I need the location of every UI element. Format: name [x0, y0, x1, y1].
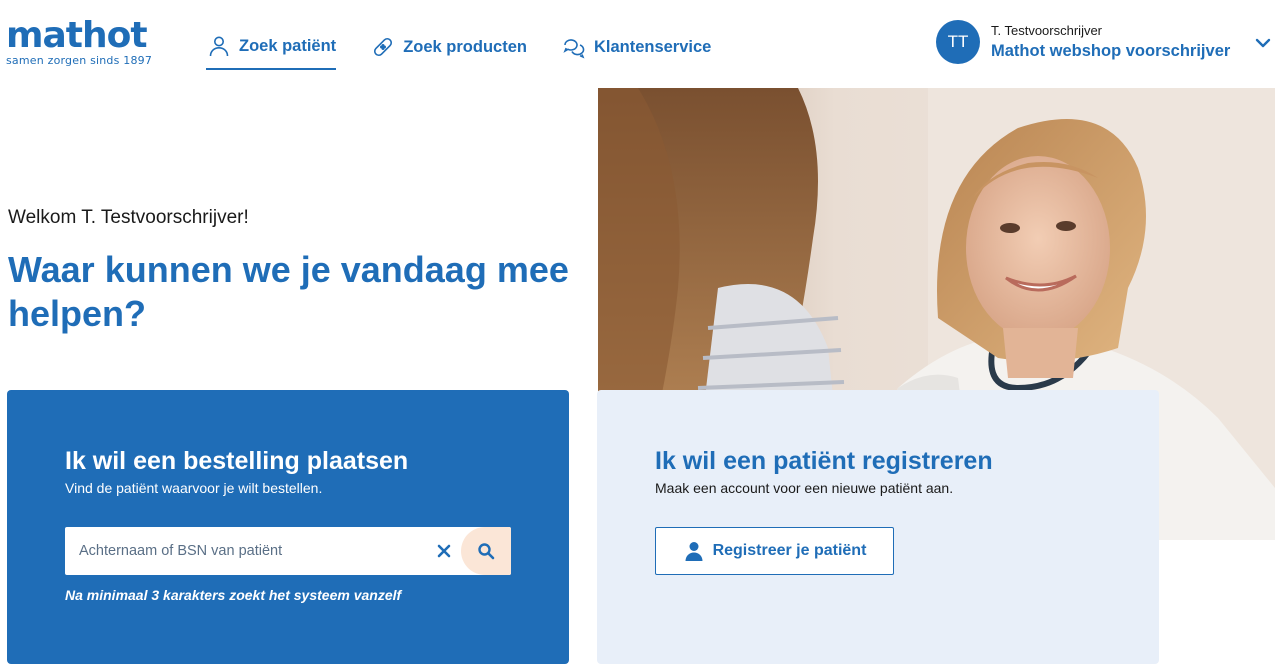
nav-item-label: Klantenservice	[593, 37, 712, 56]
nav-item-zoek-patient[interactable]: Zoek patiënt	[206, 24, 337, 70]
bandage-icon	[370, 34, 396, 60]
user-icon	[206, 33, 232, 59]
mathot-logo[interactable]: mathot samen zorgen sinds 1897	[6, 15, 153, 68]
register-patient-button[interactable]: Registreer je patiënt	[655, 527, 894, 575]
account-shop: Mathot webshop voorschrijver	[991, 42, 1231, 60]
nav-item-label: Zoek patiënt	[239, 36, 337, 55]
main-nav: Zoek patiënt Zoek producten Klantenservi…	[206, 24, 745, 70]
chat-bubbles-icon	[561, 34, 587, 60]
search-hint: Na minimaal 3 karakters zoekt het systee…	[65, 587, 402, 603]
user-icon	[683, 540, 705, 562]
account-name: T. Testvoorschrijver	[991, 23, 1103, 38]
logo-tagline: samen zorgen sinds 1897	[6, 54, 153, 67]
avatar: TT	[936, 20, 980, 64]
search-icon	[478, 543, 495, 560]
search-button[interactable]	[461, 527, 511, 575]
register-card: Ik wil een patiënt registreren Maak een …	[597, 390, 1159, 664]
chevron-down-icon[interactable]	[1254, 34, 1272, 52]
nav-item-klantenservice[interactable]: Klantenservice	[561, 24, 711, 70]
logo-wordmark: mathot	[6, 15, 148, 56]
order-card: Ik wil een bestelling plaatsen Vind de p…	[7, 390, 569, 664]
patient-search-input[interactable]	[65, 527, 427, 575]
register-button-label: Registreer je patiënt	[712, 542, 867, 559]
site-header: mathot samen zorgen sinds 1897 Zoek pati…	[0, 0, 1277, 88]
account-info: T. Testvoorschrijver Mathot webshop voor…	[991, 23, 1230, 61]
clear-search-button[interactable]	[427, 527, 461, 575]
nav-item-label: Zoek producten	[403, 37, 527, 56]
order-card-subtitle: Vind de patiënt waarvoor je wilt bestell…	[65, 480, 323, 496]
register-card-title: Ik wil een patiënt registreren	[655, 447, 993, 475]
register-card-subtitle: Maak een account voor een nieuwe patiënt…	[655, 480, 954, 496]
order-card-title: Ik wil een bestelling plaatsen	[65, 447, 409, 475]
account-menu[interactable]: TT T. Testvoorschrijver Mathot webshop v…	[936, 20, 1271, 64]
patient-search	[65, 527, 511, 575]
close-icon	[437, 544, 451, 558]
nav-item-zoek-producten[interactable]: Zoek producten	[370, 24, 527, 70]
welcome-text: Welkom T. Testvoorschrijver!	[8, 207, 249, 228]
page-headline: Waar kunnen we je vandaag mee helpen?	[8, 249, 569, 334]
